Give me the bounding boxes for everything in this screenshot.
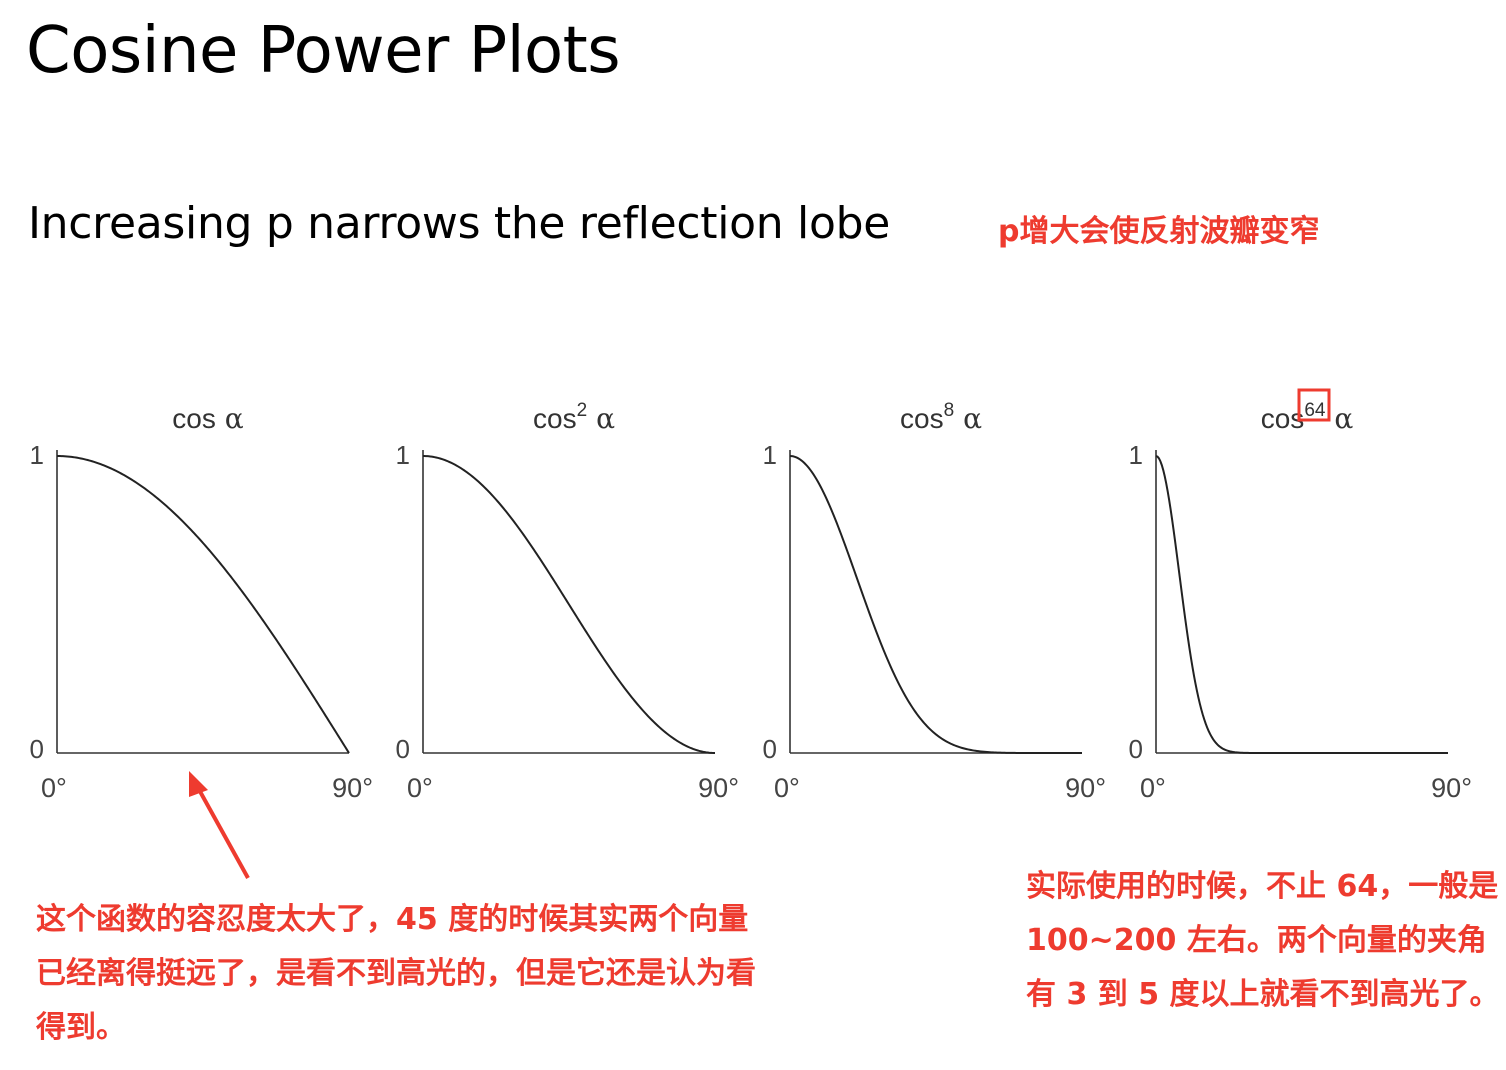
plot-4: 1 0 0° 90° cos64 α <box>1129 388 1472 803</box>
x-tick-label-start: 0° <box>1140 773 1166 803</box>
annotation-top: p增大会使反射波瓣变窄 <box>998 214 1320 249</box>
x-tick-label-start: 0° <box>41 773 67 803</box>
curve-line <box>422 455 716 754</box>
curve-line <box>56 455 350 754</box>
plot-1: 1 0 0° 90° cos α <box>30 402 373 803</box>
title-base: cos <box>900 403 944 434</box>
title-exponent: 64 <box>1304 400 1326 421</box>
plot-3: 1 0 0° 90° cos8 α <box>763 400 1106 803</box>
y-tick-label-bottom: 0 <box>763 734 777 764</box>
title-variable: α <box>954 402 982 435</box>
slide-subtitle: Increasing p narrows the reflection lobe <box>28 198 890 249</box>
y-tick-label-top: 1 <box>30 440 44 470</box>
cosine-power-plots: 100° 90°cos α100° 90°cos2 α100° 90°cos8 α10… <box>30 388 1472 803</box>
y-tick-label-bottom: 0 <box>396 734 410 764</box>
plot-title: cos64 α <box>1261 400 1354 435</box>
slide-title: Cosine Power Plots <box>26 14 621 88</box>
x-tick-label-end: 90° <box>1065 773 1106 803</box>
annotation-right: 实际使用的时候，不止 64，一般是 100~200 左右。两个向量的夹角有 3 … <box>1026 869 1500 1012</box>
y-tick-label-bottom: 0 <box>1129 734 1143 764</box>
plot-title: cos α <box>172 402 243 435</box>
plot-title: cos2 α <box>533 400 615 435</box>
title-exponent: 8 <box>944 400 955 421</box>
plot-2: 1 0 0° 90° cos2 α <box>396 400 739 803</box>
title-base: cos <box>533 403 577 434</box>
curve-line <box>789 455 1082 754</box>
title-base: cos <box>172 403 216 434</box>
x-tick-label-end: 90° <box>698 773 739 803</box>
y-tick-label-top: 1 <box>396 440 410 470</box>
y-tick-label-top: 1 <box>763 440 777 470</box>
title-exponent: 2 <box>577 400 588 421</box>
y-tick-label-bottom: 0 <box>30 734 44 764</box>
x-tick-label-end: 90° <box>1431 773 1472 803</box>
y-tick-label-top: 1 <box>1129 440 1143 470</box>
annotation-left: 这个函数的容忍度太大了，45 度的时候其实两个向量已经离得挺远了，是看不到高光的… <box>36 902 756 1045</box>
x-tick-label-start: 0° <box>774 773 800 803</box>
x-tick-label-start: 0° <box>407 773 433 803</box>
x-tick-label-end: 90° <box>332 773 373 803</box>
plot-title: cos8 α <box>900 400 982 435</box>
title-variable: α <box>216 402 244 435</box>
curve-line <box>1155 455 1448 754</box>
title-variable: α <box>587 402 615 435</box>
